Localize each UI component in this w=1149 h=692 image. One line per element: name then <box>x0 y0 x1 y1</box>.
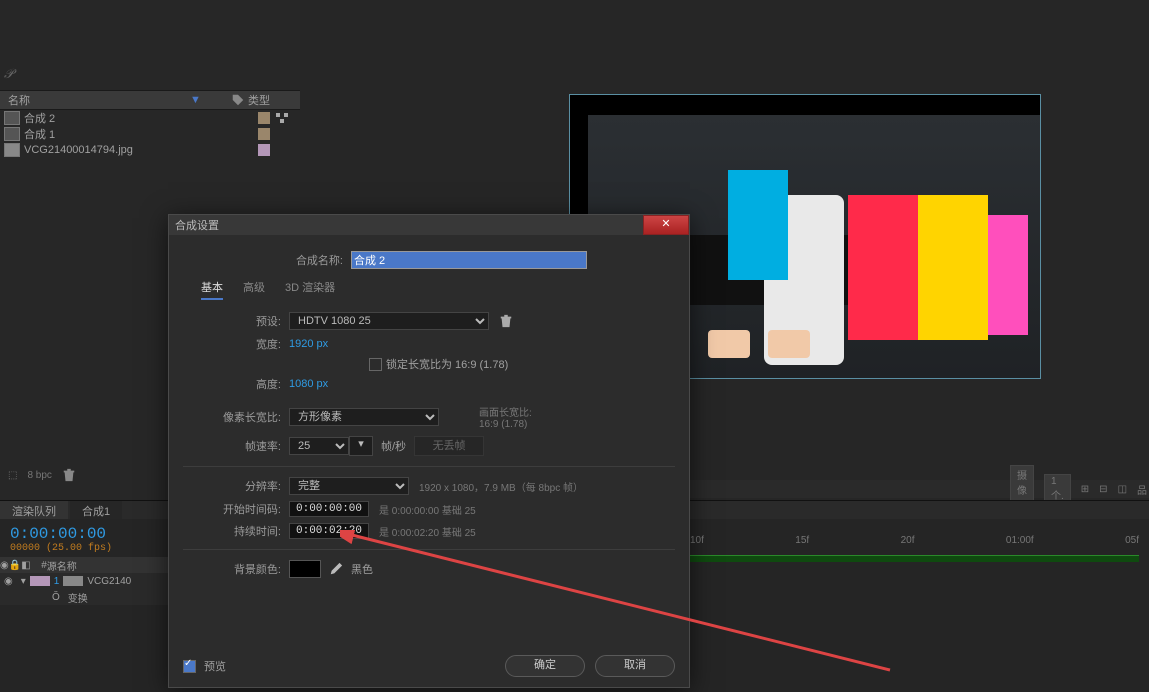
duration-info: 是 0:00:02:20 基础 25 <box>379 524 476 539</box>
close-icon[interactable]: ✕ <box>643 215 689 235</box>
lock-aspect-label: 锁定长宽比为 16:9 (1.78) <box>386 356 508 372</box>
project-item[interactable]: 合成 2 合成 <box>0 110 300 126</box>
current-timecode[interactable]: 0:00:00:00 00000 (25.00 fps) <box>10 525 112 554</box>
label-col[interactable]: ◧ <box>21 560 41 571</box>
layer-label-swatch[interactable] <box>30 576 50 586</box>
height-value[interactable]: 1080 px <box>289 378 328 390</box>
frame-aspect-label: 画面长宽比: <box>479 408 532 419</box>
composition-settings-dialog: 合成设置 ✕ 合成名称: 基本 高级 3D 渲染器 预设: HDTV 1080 … <box>168 214 690 688</box>
item-name: 合成 2 <box>24 110 55 126</box>
chevron-down-icon[interactable]: ▼ <box>190 94 201 106</box>
height-label: 高度: <box>183 376 289 392</box>
tab-comp1[interactable]: 合成1 <box>70 501 122 519</box>
dialog-titlebar[interactable]: 合成设置 ✕ <box>169 215 689 235</box>
par-dropdown[interactable]: 方形像素 <box>289 408 439 426</box>
bpc-toggle[interactable]: 8 bpc <box>27 470 51 481</box>
lock-col-icon[interactable]: 🔒 <box>9 560 21 571</box>
layer-columns: ◉ 🔒 ◧ # 源名称 ◉ ▾ 1 VCG2140 Ŏ 变换 <box>0 557 170 605</box>
project-footer: ⬚ 8 bpc <box>0 468 76 482</box>
tag-icon[interactable] <box>232 94 244 106</box>
trash-icon[interactable] <box>499 314 513 328</box>
layer-name: VCG2140 <box>83 576 135 587</box>
resolution-label: 分辨率: <box>183 478 289 494</box>
tab-basic[interactable]: 基本 <box>201 279 223 300</box>
composition-icon <box>4 111 20 125</box>
width-label: 宽度: <box>183 336 289 352</box>
duration-field[interactable]: 0:00:02:20 <box>289 523 369 539</box>
image-icon <box>4 143 20 157</box>
start-timecode-label: 开始时间码: <box>183 501 289 517</box>
comp-name-field[interactable] <box>351 251 587 269</box>
width-value[interactable]: 1920 px <box>289 338 328 350</box>
tab-3d-renderer[interactable]: 3D 渲染器 <box>285 279 335 300</box>
fps-dropdown[interactable]: 25 <box>289 437 349 455</box>
eyedropper-icon[interactable] <box>329 562 343 576</box>
lock-aspect-checkbox[interactable] <box>369 358 382 371</box>
start-timecode-info: 是 0:00:00:00 基础 25 <box>379 502 476 517</box>
col-name[interactable]: 名称 <box>0 92 188 108</box>
fps-unit: 帧/秒 <box>381 438 406 454</box>
col-type[interactable]: 类型 <box>248 92 270 108</box>
layer-bar[interactable] <box>690 555 1139 562</box>
label-swatch[interactable] <box>258 144 270 156</box>
trash-icon[interactable] <box>62 468 76 482</box>
comp-name-label: 合成名称: <box>183 252 351 268</box>
preset-label: 预设: <box>183 313 289 329</box>
tab-render-queue[interactable]: 渲染队列 <box>0 501 68 519</box>
project-rows: 合成 2 合成 合成 1 合成 VCG21400014794.jpg Impc <box>0 110 300 158</box>
interpret-icon[interactable]: ⬚ <box>8 470 17 481</box>
fps-link-icon[interactable]: ▾ <box>349 436 373 456</box>
layer-transform-row[interactable]: Ŏ 变换 <box>0 589 170 605</box>
transform-stopwatch-icon[interactable]: Ŏ <box>48 592 64 603</box>
label-swatch[interactable] <box>258 128 270 140</box>
label-swatch[interactable] <box>258 112 270 124</box>
mask-icon[interactable]: ◫ <box>1118 484 1127 495</box>
duration-label: 持续时间: <box>183 523 289 539</box>
flowchart-icon <box>276 113 288 123</box>
preset-dropdown[interactable]: HDTV 1080 25 <box>289 312 489 330</box>
3d-icon[interactable]: 品 <box>1137 482 1147 497</box>
preview-checkbox[interactable]: 预览 <box>183 658 226 674</box>
grid-icon[interactable]: ⊞ <box>1081 484 1089 495</box>
tab-advanced[interactable]: 高级 <box>243 279 265 300</box>
project-header: 名称 ▼ 类型 <box>0 90 300 110</box>
bg-color-label: 背景颜色: <box>183 561 289 577</box>
time-ruler[interactable]: 10f 15f 20f 01:00f 05f <box>690 535 1139 551</box>
ok-button[interactable]: 确定 <box>505 655 585 677</box>
app-root: 𝒫 名称 ▼ 类型 合成 2 合成 合成 1 合成 <box>0 0 1149 692</box>
image-icon <box>63 576 83 586</box>
start-timecode-field[interactable]: 0:00:00:00 <box>289 501 369 517</box>
resolution-info: 1920 x 1080，7.9 MB（每 8bpc 帧） <box>419 479 583 494</box>
item-name: VCG21400014794.jpg <box>24 144 133 156</box>
composition-icon <box>4 127 20 141</box>
eye-icon[interactable]: ◉ <box>0 576 17 587</box>
dialog-title: 合成设置 <box>175 217 219 233</box>
drop-frame-dropdown: 无丢帧 <box>414 436 484 456</box>
eye-col-icon[interactable]: ◉ <box>0 560 9 571</box>
layer-row[interactable]: ◉ ▾ 1 VCG2140 <box>0 573 170 589</box>
resolution-dropdown[interactable]: 完整 <box>289 477 409 495</box>
par-label: 像素长宽比: <box>183 409 289 425</box>
bg-color-name: 黑色 <box>351 561 373 577</box>
transform-label: 变换 <box>64 590 92 605</box>
project-item[interactable]: VCG21400014794.jpg Impc <box>0 142 300 158</box>
frame-aspect-value: 16:9 (1.78) <box>479 419 527 430</box>
col-source[interactable]: 源名称 <box>47 558 77 573</box>
layer-index: 1 <box>50 576 64 587</box>
project-item[interactable]: 合成 1 合成 <box>0 126 300 142</box>
dialog-tabs: 基本 高级 3D 渲染器 <box>201 279 675 300</box>
bg-color-swatch[interactable] <box>289 560 321 578</box>
guides-icon[interactable]: ⊟ <box>1099 484 1107 495</box>
item-name: 合成 1 <box>24 126 55 142</box>
fps-label: 帧速率: <box>183 438 289 454</box>
search-icon[interactable]: 𝒫 <box>4 66 13 82</box>
cancel-button[interactable]: 取消 <box>595 655 675 677</box>
